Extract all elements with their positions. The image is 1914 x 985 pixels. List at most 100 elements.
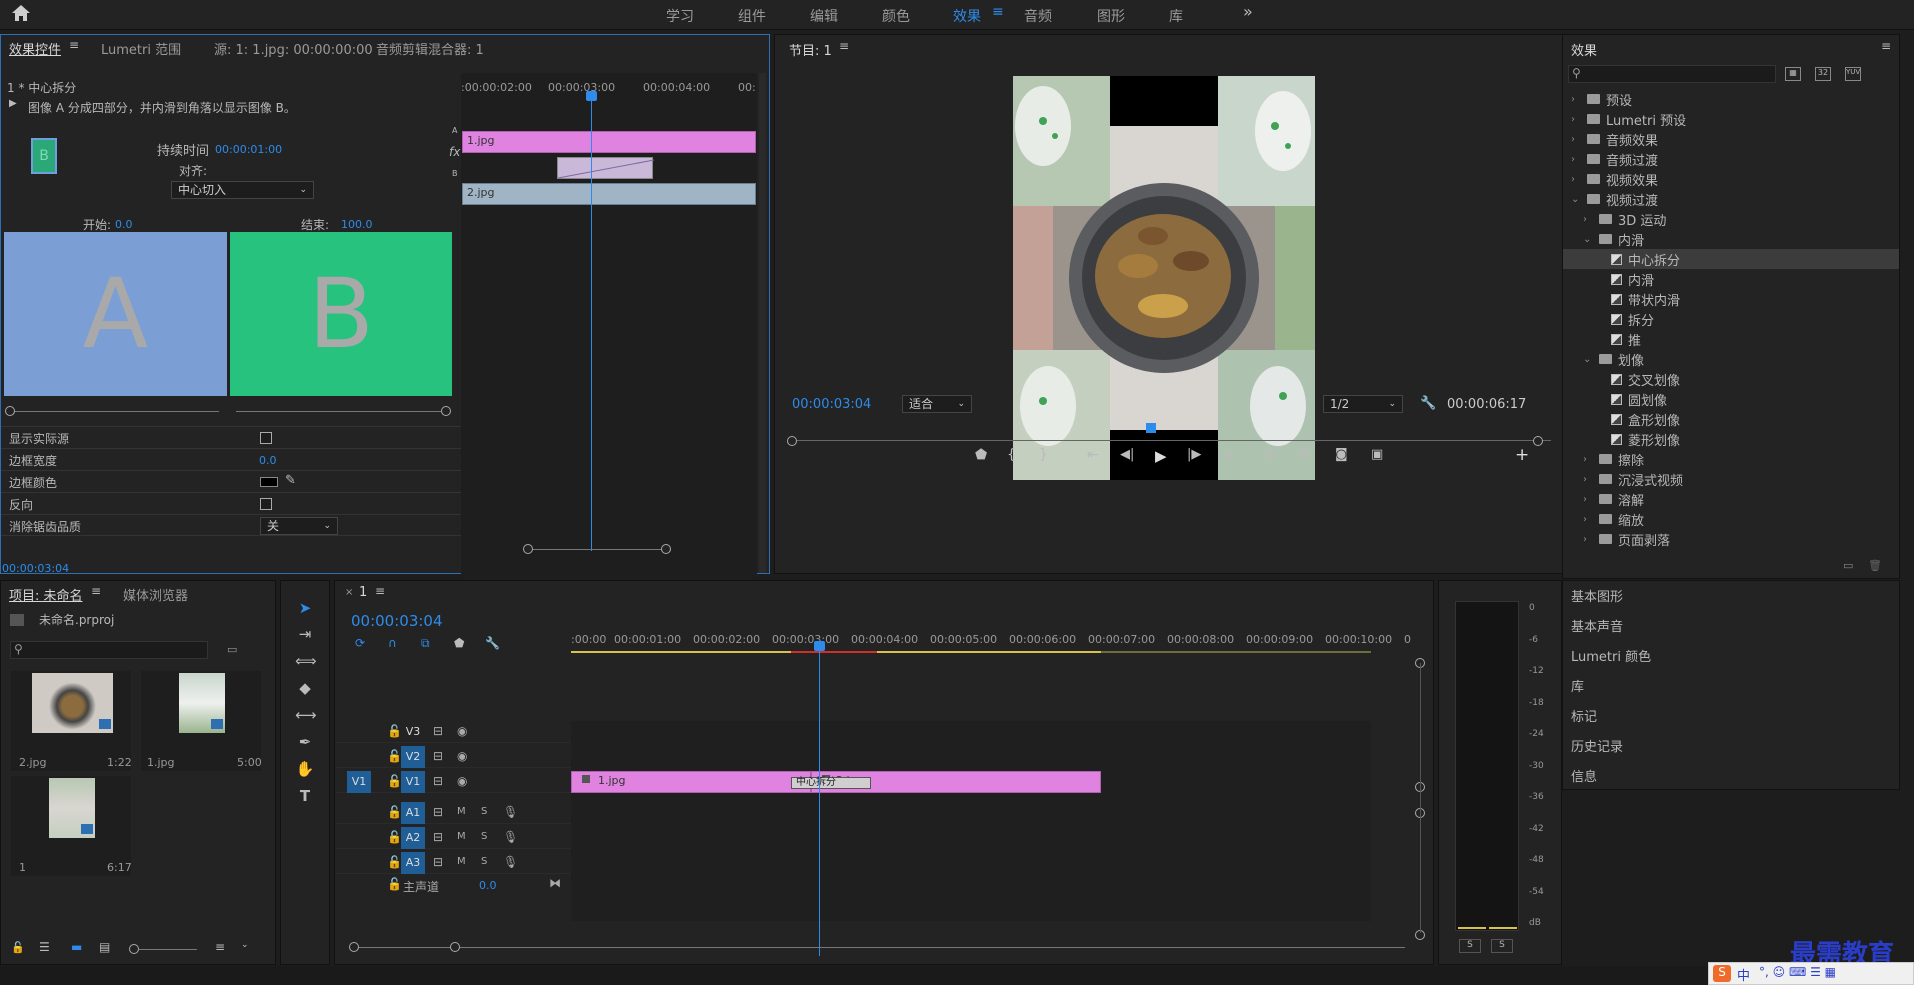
go-to-end-icon[interactable]: ⧓ (549, 876, 561, 890)
eye-icon[interactable]: ◉ (457, 724, 467, 738)
preview-a[interactable]: A (4, 232, 227, 396)
timeline-transition[interactable]: 中心拆分 (791, 777, 871, 789)
tab-lumetri-scopes[interactable]: Lumetri 范围 (101, 39, 181, 58)
close-tab-icon[interactable]: × (345, 587, 353, 598)
icon-view-icon[interactable]: ▬ (71, 940, 82, 954)
type-tool-icon[interactable]: T (295, 787, 315, 807)
source-patch-v1[interactable]: V1 (347, 771, 371, 793)
timeline-clip-1[interactable]: 1.jpg (571, 771, 811, 793)
chevron-right-icon[interactable]: › (1583, 454, 1593, 465)
track-target-toggle[interactable]: V1 (401, 771, 425, 793)
chevron-right-icon[interactable]: › (1571, 154, 1581, 165)
master-volume-value[interactable]: 0.0 (479, 879, 497, 892)
chevron-right-icon[interactable]: › (1583, 514, 1593, 525)
panel-menu-icon[interactable]: ≡ (839, 39, 849, 53)
end-value[interactable]: 100.0 (341, 218, 373, 231)
workspace-color[interactable]: 颜色 (882, 6, 910, 26)
effects-tree-item[interactable]: 菱形划像 (1563, 429, 1899, 449)
workspace-library[interactable]: 库 (1169, 6, 1183, 26)
ripple-edit-tool-icon[interactable]: ⟺ (295, 652, 317, 672)
track-lock-icon[interactable]: 🔓 (387, 774, 402, 788)
project-item-2[interactable]: 1.jpg 5:00 (141, 671, 262, 771)
program-scrub-bar[interactable] (791, 423, 1551, 441)
effects-tree-item[interactable]: › 缩放 (1563, 509, 1899, 529)
effects-tree-item[interactable]: › 音频过渡 (1563, 149, 1899, 169)
chevron-down-icon[interactable]: ⌄ (1583, 234, 1593, 245)
panel-menu-icon[interactable]: ≡ (91, 584, 101, 598)
effects-tree-item[interactable]: › 擦除 (1563, 449, 1899, 469)
step-forward-icon[interactable]: |▶ (1187, 447, 1201, 462)
razor-tool-icon[interactable]: ◆ (295, 679, 315, 699)
add-marker-icon[interactable]: ⬟ (454, 636, 464, 650)
timeline-hscroll-right[interactable] (450, 942, 460, 952)
play-transition-icon[interactable]: ▶ (9, 98, 17, 109)
ime-tools-icon[interactable]: °, ☺ ⌨ ☰ ▦ (1759, 965, 1836, 979)
program-zoom-left[interactable] (787, 436, 797, 446)
ime-toolbar[interactable]: S 中 °, ☺ ⌨ ☰ ▦ (1708, 962, 1914, 985)
effects-tree-item[interactable]: › 页面剥落 (1563, 529, 1899, 549)
reverse-checkbox[interactable] (260, 498, 272, 510)
effects-tree-item[interactable]: › 视频效果 (1563, 169, 1899, 189)
solo-button[interactable]: S (481, 856, 487, 867)
extract-icon[interactable]: ⊞ (1299, 447, 1310, 462)
list-view-icon[interactable]: ☰ (39, 940, 50, 954)
tab-project[interactable]: 项目: 未命名 (9, 585, 83, 604)
mini-playhead[interactable] (591, 91, 592, 551)
track-lock-icon[interactable]: 🔓 (387, 855, 402, 869)
effects-tree-item[interactable]: 交叉划像 (1563, 369, 1899, 389)
accelerated-effects-icon[interactable]: ▦ (1785, 67, 1801, 81)
track-target-toggle[interactable]: V2 (401, 746, 425, 768)
timeline-ruler[interactable]: :00:00 00:00:01:00 00:00:02:00 00:00:03:00 0… (571, 627, 1411, 653)
mini-clip-a[interactable]: 1.jpg (462, 131, 756, 153)
step-back-icon[interactable]: ◀| (1120, 447, 1134, 462)
mini-zoom-left[interactable] (523, 544, 533, 554)
sort-icon[interactable]: ≡ (215, 940, 225, 954)
selection-tool-icon[interactable]: ➤ (295, 599, 315, 619)
play-icon[interactable]: ▶ (1155, 447, 1167, 465)
mute-button[interactable]: M (457, 856, 466, 867)
end-slider-knob[interactable] (441, 406, 451, 416)
delete-icon[interactable]: 🗑 (1868, 559, 1882, 572)
workspace-audio[interactable]: 音频 (1024, 6, 1052, 26)
mute-button[interactable]: M (457, 806, 466, 817)
comparison-view-icon[interactable]: ▣ (1371, 447, 1383, 462)
chevron-down-icon[interactable]: ⌄ (1583, 354, 1593, 365)
sync-lock-icon[interactable]: ⊟ (433, 855, 443, 869)
track-select-tool-icon[interactable]: ⇥ (295, 625, 315, 645)
mini-zoom-track[interactable] (531, 549, 671, 550)
effects-tree-item[interactable]: 中心拆分 (1563, 249, 1899, 269)
hand-tool-icon[interactable]: ✋ (295, 760, 315, 780)
wrench-icon[interactable]: 🔧 (1420, 396, 1436, 411)
preview-b[interactable]: B (230, 232, 452, 396)
microphone-icon[interactable]: 🎙 (503, 830, 518, 844)
fit-select[interactable]: 适合 ⌄ (902, 395, 972, 413)
effects-tree-item[interactable]: ⌄ 内滑 (1563, 229, 1899, 249)
workspace-graphics[interactable]: 图形 (1097, 6, 1125, 26)
sort-dropdown-icon[interactable]: ⌄ (241, 940, 249, 950)
solo-left-button[interactable]: S (1459, 939, 1481, 953)
chevron-right-icon[interactable]: › (1571, 94, 1581, 105)
workspace-learn[interactable]: 学习 (666, 6, 694, 26)
program-video-frame[interactable] (1013, 76, 1315, 480)
snap-icon[interactable]: ∩ (388, 636, 397, 650)
zoom-slider-track[interactable] (139, 949, 197, 950)
effects-tree-item[interactable]: 盒形划像 (1563, 409, 1899, 429)
panel-menu-icon[interactable]: ≡ (375, 584, 385, 598)
mini-zoom-right[interactable] (661, 544, 671, 554)
new-bin-search-icon[interactable]: ▭ (227, 643, 237, 656)
chevron-right-icon[interactable]: › (1583, 214, 1593, 225)
duration-value[interactable]: 00:00:01:00 (215, 143, 282, 156)
timeline-hscroll-left[interactable] (349, 942, 359, 952)
sync-lock-icon[interactable]: ⊟ (433, 724, 443, 738)
home-icon[interactable] (10, 3, 32, 23)
chevron-right-icon[interactable]: › (1583, 534, 1593, 545)
tab-effect-controls[interactable]: 效果控件 (9, 39, 61, 58)
new-bin-icon[interactable]: ▭ (1843, 559, 1853, 572)
menu-icon[interactable]: ≡ (992, 4, 1004, 20)
track-target-toggle[interactable]: A3 (401, 852, 425, 874)
freeform-view-icon[interactable]: ▤ (99, 940, 110, 954)
yuv-effects-icon[interactable]: YUV (1845, 67, 1861, 81)
timeline-playhead[interactable] (819, 641, 820, 956)
start-slider-knob[interactable] (5, 406, 15, 416)
microphone-icon[interactable]: 🎙 (503, 805, 518, 819)
